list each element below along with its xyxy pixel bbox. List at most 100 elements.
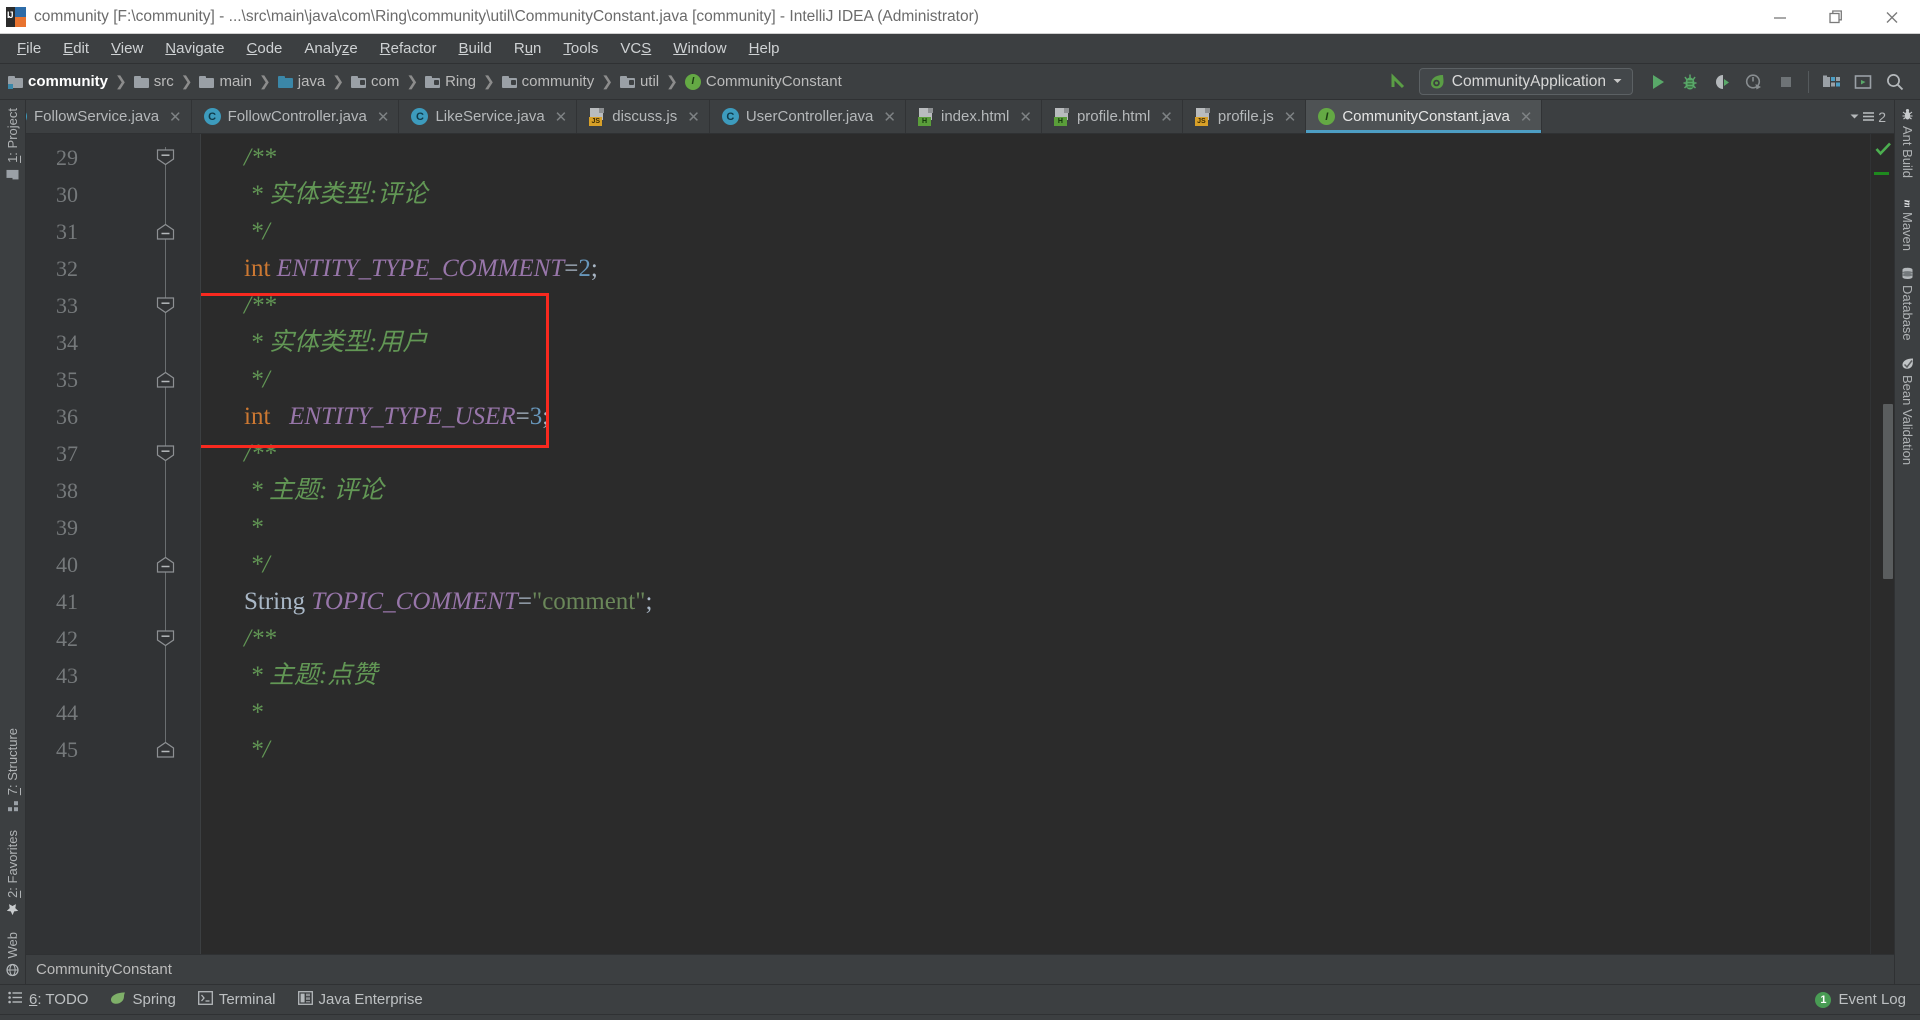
terminal-icon[interactable] xyxy=(1848,67,1878,97)
menu-vcs[interactable]: VCS xyxy=(609,37,662,60)
code-editor[interactable]: 29 30 31 32 33 34 35 36 37 38 39 40 41 42 43 44 45 /** *… xyxy=(26,134,1894,954)
menu-build[interactable]: Build xyxy=(447,37,502,60)
bottom-toolwindow-terminal[interactable]: Terminal xyxy=(197,990,276,1009)
breadcrumb-item-ring[interactable]: Ring xyxy=(425,73,476,90)
code-line[interactable]: /** xyxy=(201,435,1870,472)
editor-scrollbar-thumb[interactable] xyxy=(1883,404,1893,579)
code-line[interactable]: /** xyxy=(201,287,1870,324)
menu-tools[interactable]: Tools xyxy=(552,37,609,60)
code-line[interactable]: * 实体类型:用户 xyxy=(201,324,1870,361)
tab-overflow[interactable]: 2 xyxy=(1842,100,1894,133)
toolwindow-button-web[interactable]: Web xyxy=(5,924,20,985)
fold-region-end-icon[interactable] xyxy=(153,741,178,758)
toolwindow-button-maven[interactable]: m Maven xyxy=(1900,186,1915,259)
fold-region-end-icon[interactable] xyxy=(153,371,178,388)
bottom-toolwindow-spring[interactable]: Spring xyxy=(110,991,176,1009)
toolwindow-button-bean-validation[interactable]: Bean Validation xyxy=(1900,349,1915,473)
close-icon[interactable]: ✕ xyxy=(1520,108,1533,126)
event-log-label[interactable]: Event Log xyxy=(1838,991,1906,1008)
breadcrumb-item-util[interactable]: util xyxy=(619,73,659,90)
fold-region-end-icon[interactable] xyxy=(153,223,178,240)
code-line[interactable]: int ENTITY_TYPE_USER=3; xyxy=(201,398,1870,435)
fold-collapse-icon[interactable] xyxy=(153,149,178,166)
editor-breadcrumb-label[interactable]: CommunityConstant xyxy=(36,961,172,978)
close-icon[interactable]: ✕ xyxy=(883,108,896,126)
toolwindow-button-7-structure[interactable]: 7: Structure xyxy=(5,720,20,821)
code-line[interactable]: /** xyxy=(201,620,1870,657)
breadcrumb-item-main[interactable]: main xyxy=(199,73,252,90)
toolwindow-button-ant-build[interactable]: Ant Build xyxy=(1900,100,1915,186)
code-line[interactable]: */ xyxy=(201,546,1870,583)
menu-refactor[interactable]: Refactor xyxy=(369,37,448,60)
fold-region-end-icon[interactable] xyxy=(153,556,178,573)
profile-button[interactable] xyxy=(1739,67,1769,97)
run-button[interactable] xyxy=(1643,67,1673,97)
line-number-gutter[interactable]: 29 30 31 32 33 34 35 36 37 38 39 40 41 42 43 44 45 xyxy=(26,134,201,954)
code-content[interactable]: /** * 实体类型:评论 */ int ENTITY_TYPE_COMMENT… xyxy=(201,134,1870,954)
code-line[interactable]: /** xyxy=(201,139,1870,176)
code-line[interactable]: */ xyxy=(201,361,1870,398)
close-icon[interactable]: ✕ xyxy=(1284,108,1297,126)
project-structure-icon[interactable] xyxy=(1816,67,1846,97)
inspection-gutter[interactable] xyxy=(1870,134,1894,954)
breadcrumb-item-community[interactable]: community xyxy=(501,73,594,90)
close-button[interactable] xyxy=(1864,0,1920,34)
toolwindow-button-1-project[interactable]: 1: Project xyxy=(5,100,20,189)
fold-collapse-icon[interactable] xyxy=(153,445,178,462)
toolwindow-button-2-favorites[interactable]: 2: Favorites xyxy=(5,822,20,924)
editor-tab-communityconstant-java[interactable]: I CommunityConstant.java ✕ xyxy=(1306,100,1543,133)
code-line[interactable]: int ENTITY_TYPE_COMMENT=2; xyxy=(201,250,1870,287)
editor-tab-profile-js[interactable]: JS profile.js ✕ xyxy=(1183,100,1307,133)
editor-tab-followservice-java[interactable]: C FollowService.java ✕ xyxy=(26,100,192,133)
bottom-toolwindow-6-todo[interactable]: 6: TODO xyxy=(8,991,88,1008)
code-line[interactable]: * xyxy=(201,694,1870,731)
editor-tab-index-html[interactable]: Hindex.html ✕ xyxy=(906,100,1042,133)
breadcrumb-item-java[interactable]: java xyxy=(277,73,325,90)
bottom-toolwindow-java-enterprise[interactable]: Java Enterprise xyxy=(297,990,423,1009)
toolwindow-button-database[interactable]: Database xyxy=(1900,259,1915,349)
breadcrumb-item-community[interactable]: community xyxy=(8,73,108,90)
menu-navigate[interactable]: Navigate xyxy=(154,37,235,60)
menu-run[interactable]: Run xyxy=(503,37,553,60)
menu-analyze[interactable]: Analyze xyxy=(293,37,368,60)
debug-button[interactable] xyxy=(1675,67,1705,97)
undo-icon[interactable] xyxy=(1383,67,1413,97)
code-line[interactable]: * 实体类型:评论 xyxy=(201,176,1870,213)
menu-edit[interactable]: Edit xyxy=(52,37,100,60)
code-line[interactable]: */ xyxy=(201,213,1870,250)
breadcrumb-item-com[interactable]: com xyxy=(351,73,399,90)
editor-tab-likeservice-java[interactable]: C LikeService.java ✕ xyxy=(399,100,578,133)
code-line[interactable]: */ xyxy=(201,731,1870,768)
close-icon[interactable]: ✕ xyxy=(1160,108,1173,126)
menu-help[interactable]: Help xyxy=(738,37,791,60)
fold-collapse-icon[interactable] xyxy=(153,297,178,314)
hidden-tabs-chevron-icon[interactable]: 2 xyxy=(1850,109,1886,125)
maximize-restore-button[interactable] xyxy=(1808,0,1864,34)
code-line[interactable]: * xyxy=(201,509,1870,546)
menu-file[interactable]: File xyxy=(6,37,52,60)
breadcrumb-item-communityconstant[interactable]: I CommunityConstant xyxy=(684,73,842,90)
menu-code[interactable]: Code xyxy=(236,37,294,60)
close-icon[interactable]: ✕ xyxy=(1019,108,1032,126)
code-folding-column[interactable] xyxy=(153,139,179,954)
code-line[interactable]: String TOPIC_COMMENT="comment"; xyxy=(201,583,1870,620)
breadcrumb-item-src[interactable]: src xyxy=(133,73,174,90)
code-line[interactable]: * 主题: 评论 xyxy=(201,472,1870,509)
editor-tab-discuss-js[interactable]: JS discuss.js ✕ xyxy=(577,100,710,133)
minimize-button[interactable] xyxy=(1752,0,1808,34)
editor-tab-usercontroller-java[interactable]: C UserController.java ✕ xyxy=(710,100,906,133)
close-icon[interactable]: ✕ xyxy=(169,108,182,126)
close-icon[interactable]: ✕ xyxy=(555,108,568,126)
stop-button[interactable] xyxy=(1771,67,1801,97)
editor-tab-followcontroller-java[interactable]: C FollowController.java ✕ xyxy=(192,100,400,133)
close-icon[interactable]: ✕ xyxy=(687,108,700,126)
search-icon[interactable] xyxy=(1880,67,1910,97)
editor-tab-profile-html[interactable]: Hprofile.html ✕ xyxy=(1042,100,1183,133)
event-log-area[interactable]: 1 Event Log xyxy=(1815,991,1920,1008)
run-configuration-selector[interactable]: CommunityApplication xyxy=(1418,68,1633,95)
menu-view[interactable]: View xyxy=(100,37,154,60)
close-icon[interactable]: ✕ xyxy=(377,108,390,126)
code-line[interactable]: * 主题:点赞 xyxy=(201,657,1870,694)
run-with-coverage-button[interactable] xyxy=(1707,67,1737,97)
menu-window[interactable]: Window xyxy=(662,37,737,60)
